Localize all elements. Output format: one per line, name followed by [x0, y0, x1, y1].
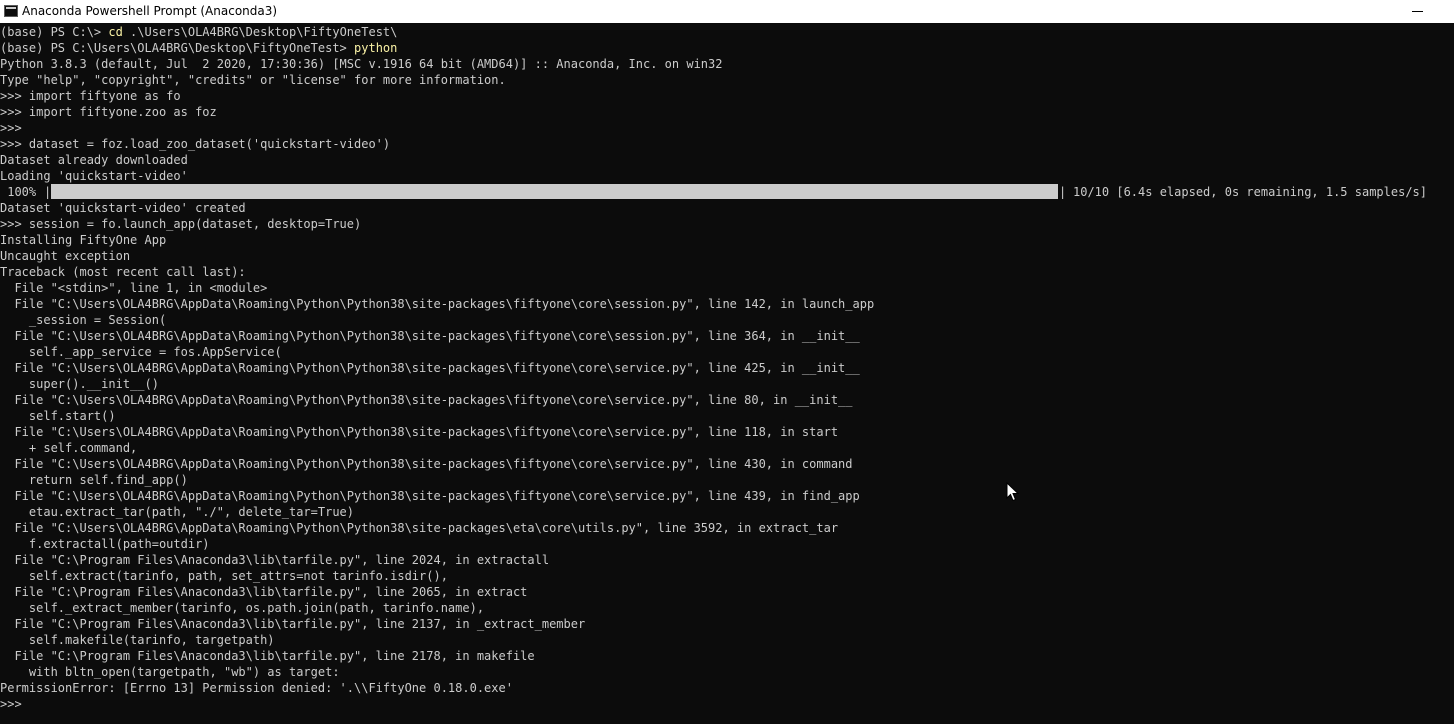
console-line: >>>: [0, 121, 22, 135]
console-line: + self.command,: [0, 441, 138, 455]
console-line: Loading 'quickstart-video': [0, 169, 188, 183]
console-line: Traceback (most recent call last):: [0, 265, 246, 279]
console-output[interactable]: (base) PS C:\> cd .\Users\OLA4BRG\Deskto…: [0, 24, 1454, 724]
console-line: with bltn_open(targetpath, "wb") as targ…: [0, 665, 340, 679]
console-line: return self.find_app(): [0, 473, 188, 487]
console-line: Dataset 'quickstart-video' created: [0, 201, 246, 215]
console-line: File "C:\Users\OLA4BRG\AppData\Roaming\P…: [0, 297, 875, 311]
console-line: >>> import fiftyone as fo: [0, 89, 181, 103]
console-line: File "C:\Program Files\Anaconda3\lib\tar…: [0, 553, 550, 567]
console-line: File "C:\Program Files\Anaconda3\lib\tar…: [0, 585, 528, 599]
mouse-pointer-icon: [1006, 482, 1020, 502]
console-line: etau.extract_tar(path, "./", delete_tar=…: [0, 505, 355, 519]
prompt-text: (base) PS C:\>: [0, 25, 109, 39]
progress-percent: 100%: [0, 185, 37, 199]
console-line: File "C:\Users\OLA4BRG\AppData\Roaming\P…: [0, 521, 839, 535]
console-line: >>> import fiftyone.zoo as foz: [0, 105, 217, 119]
console-line: self.extract(tarinfo, path, set_attrs=no…: [0, 569, 448, 583]
console-line: File "C:\Users\OLA4BRG\AppData\Roaming\P…: [0, 425, 839, 439]
console-line: super().__init__(): [0, 377, 159, 391]
console-line: >>> dataset = foz.load_zoo_dataset('quic…: [0, 137, 391, 151]
console-line: File "C:\Users\OLA4BRG\AppData\Roaming\P…: [0, 361, 860, 375]
progress-bar-fill: [51, 184, 1058, 199]
console-line: f.extractall(path=outdir): [0, 537, 210, 551]
command-name: cd: [108, 25, 123, 39]
console-line: Installing FiftyOne App: [0, 233, 167, 247]
console-line: File "C:\Program Files\Anaconda3\lib\tar…: [0, 617, 586, 631]
console-line: self.makefile(tarinfo, targetpath): [0, 633, 275, 647]
command-args: .\Users\OLA4BRG\Desktop\FiftyOneTest\: [122, 25, 398, 39]
console-line: File "C:\Program Files\Anaconda3\lib\tar…: [0, 649, 535, 663]
minimize-icon[interactable]: [1398, 0, 1438, 23]
console-line: (base) PS C:\> cd .\Users\OLA4BRG\Deskto…: [0, 24, 1454, 40]
console-line: PermissionError: [Errno 13] Permission d…: [0, 681, 513, 695]
console-line: >>> session = fo.launch_app(dataset, des…: [0, 217, 362, 231]
console-line: self._extract_member(tarinfo, os.path.jo…: [0, 601, 485, 615]
command-name: python: [354, 41, 398, 55]
console-line: self.start(): [0, 409, 116, 423]
console-line: Uncaught exception: [0, 249, 131, 263]
progress-line: 100% | | 10/10 [6.4s elapsed, 0s remaining,…: [0, 184, 1454, 200]
progress-close-bracket: |: [1059, 185, 1067, 199]
console-line: File "C:\Users\OLA4BRG\AppData\Roaming\P…: [0, 489, 860, 503]
console-line: self._app_service = fos.AppService(: [0, 345, 282, 359]
console-line: File "C:\Users\OLA4BRG\AppData\Roaming\P…: [0, 329, 860, 343]
powershell-window: Anaconda Powershell Prompt (Anaconda3) (…: [0, 0, 1454, 724]
console-line: File "C:\Users\OLA4BRG\AppData\Roaming\P…: [0, 393, 853, 407]
console-line: (base) PS C:\Users\OLA4BRG\Desktop\Fifty…: [0, 40, 1454, 56]
console-line: Dataset already downloaded: [0, 153, 188, 167]
console-app-icon: [4, 5, 18, 17]
prompt-text: (base) PS C:\Users\OLA4BRG\Desktop\Fifty…: [0, 41, 355, 55]
console-line: File "<stdin>", line 1, in <module>: [0, 281, 268, 295]
progress-stats: 10/10 [6.4s elapsed, 0s remaining, 1.5 s…: [1073, 185, 1428, 199]
console-line: >>>: [0, 697, 22, 711]
window-title: Anaconda Powershell Prompt (Anaconda3): [22, 4, 278, 18]
console-line: File "C:\Users\OLA4BRG\AppData\Roaming\P…: [0, 457, 853, 471]
console-line: Python 3.8.3 (default, Jul 2 2020, 17:30…: [0, 57, 723, 71]
console-line: Type "help", "copyright", "credits" or "…: [0, 73, 506, 87]
console-line: _session = Session(: [0, 313, 167, 327]
title-bar[interactable]: Anaconda Powershell Prompt (Anaconda3): [0, 0, 1454, 23]
